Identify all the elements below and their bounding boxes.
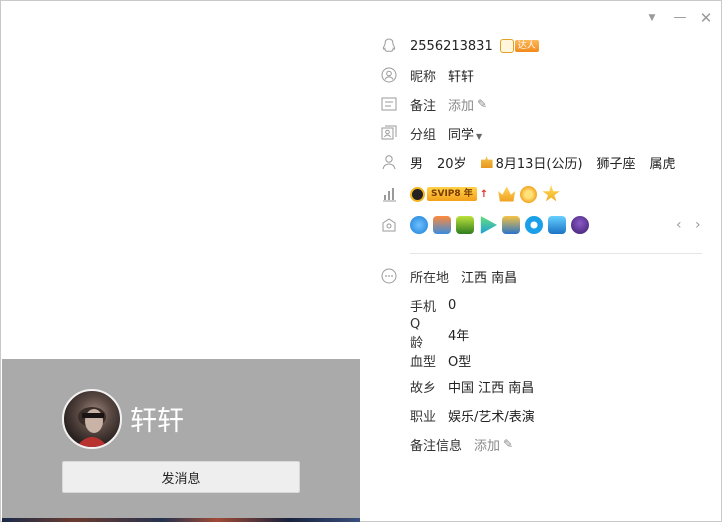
qzone-icon[interactable]	[525, 216, 543, 234]
game-icon[interactable]	[456, 216, 474, 234]
birthday-cake-icon	[480, 156, 493, 168]
more-icon[interactable]	[381, 268, 397, 284]
cover-area	[2, 2, 360, 359]
close-icon[interactable]: ✕	[698, 10, 714, 26]
star-icon[interactable]	[542, 185, 560, 202]
chevron-right-icon[interactable]: ›	[695, 217, 701, 233]
age: 20岁	[437, 156, 467, 172]
group-select[interactable]: 同学 ▼	[448, 124, 482, 143]
phone-row: 手机 0	[410, 294, 456, 316]
qq-number-row: 2556213831 达人	[381, 35, 539, 57]
svip-badge[interactable]: SVIP8 年 ↑	[410, 186, 488, 202]
crown-icon[interactable]	[498, 186, 516, 202]
birthday: 8月13日(公历)	[495, 156, 583, 172]
divider	[410, 253, 702, 254]
qq-number[interactable]: 2556213831	[410, 39, 493, 54]
location-row: 所在地 江西 南昌	[381, 265, 517, 287]
blood-value: O型	[448, 354, 472, 370]
profile-header-panel	[2, 359, 360, 521]
phone-label: 手机	[410, 299, 437, 315]
video-icon[interactable]	[480, 216, 497, 234]
remark-info-row: 备注信息 添加 ✎	[410, 433, 513, 455]
avatar-image	[76, 407, 108, 447]
services-row	[381, 214, 594, 236]
vip-row: SVIP8 年 ↑	[381, 183, 560, 205]
qage-row: Q 龄 4年	[410, 317, 470, 351]
group-label: 分组	[410, 127, 437, 143]
blood-label: 血型	[410, 354, 437, 370]
personal-info-row: 男 20岁 8月13日(公历) 狮子座 属虎	[381, 151, 676, 173]
chevron-left-icon[interactable]: ‹	[676, 217, 682, 233]
qage-label: Q 龄	[410, 317, 424, 351]
minimize-icon[interactable]: —	[672, 10, 688, 26]
nickname-label: 昵称	[410, 69, 437, 85]
qage-value: 4年	[448, 328, 470, 344]
id-card-icon	[381, 96, 397, 112]
arrow-up-icon: ↑	[479, 188, 489, 200]
zodiac: 狮子座	[596, 156, 636, 172]
chinese-zodiac: 属虎	[649, 156, 676, 172]
job-label: 职业	[410, 409, 437, 425]
gender: 男	[410, 156, 424, 172]
remark-row: 备注 添加 ✎	[381, 93, 487, 115]
location-label: 所在地	[410, 270, 450, 286]
medal-icon[interactable]	[433, 216, 451, 234]
remark-add-link[interactable]: 添加	[448, 95, 474, 114]
user-circle-icon	[381, 67, 397, 83]
background-strip	[2, 518, 360, 522]
computer-icon[interactable]	[548, 216, 566, 234]
phone-value: 0	[448, 297, 457, 313]
remark-info-add-link[interactable]: 添加	[474, 435, 500, 454]
wallet-icon[interactable]	[502, 216, 520, 234]
pet-icon[interactable]	[571, 216, 589, 234]
profile-window: 轩轩 发消息 ▼ — ✕ 2556213831 达人 昵称 轩轩 备注 添加 ✎	[0, 0, 722, 522]
tag-home-icon	[381, 217, 397, 233]
location-value: 江西 南昌	[461, 270, 518, 286]
edit-icon[interactable]: ✎	[503, 437, 513, 451]
group-row: 分组 同学 ▼	[381, 122, 482, 144]
job-row: 职业 娱乐/艺术/表演	[410, 404, 535, 426]
sun-icon[interactable]	[520, 185, 538, 203]
group-icon	[381, 125, 397, 141]
cloud-icon[interactable]	[410, 216, 428, 234]
job-value: 娱乐/艺术/表演	[448, 409, 535, 425]
nickname-value: 轩轩	[448, 69, 475, 85]
daren-badge[interactable]: 达人	[499, 38, 539, 54]
hometown-label: 故乡	[410, 380, 437, 396]
remark-label: 备注	[410, 98, 437, 114]
qq-penguin-icon	[381, 38, 397, 54]
hometown-value: 中国 江西 南昌	[448, 380, 535, 396]
remark-info-label: 备注信息	[410, 438, 463, 454]
chevron-down-icon[interactable]: ▼	[644, 10, 660, 26]
chevron-down-icon: ▼	[476, 131, 483, 141]
send-message-button[interactable]: 发消息	[62, 461, 300, 493]
person-icon	[381, 154, 397, 170]
profile-nickname: 轩轩	[130, 406, 184, 437]
nickname-row: 昵称 轩轩	[381, 64, 474, 86]
blood-row: 血型 O型	[410, 349, 471, 371]
avatar[interactable]	[62, 389, 122, 449]
chart-icon	[381, 186, 397, 202]
edit-icon[interactable]: ✎	[477, 97, 487, 111]
hometown-row: 故乡 中国 江西 南昌	[410, 375, 534, 397]
